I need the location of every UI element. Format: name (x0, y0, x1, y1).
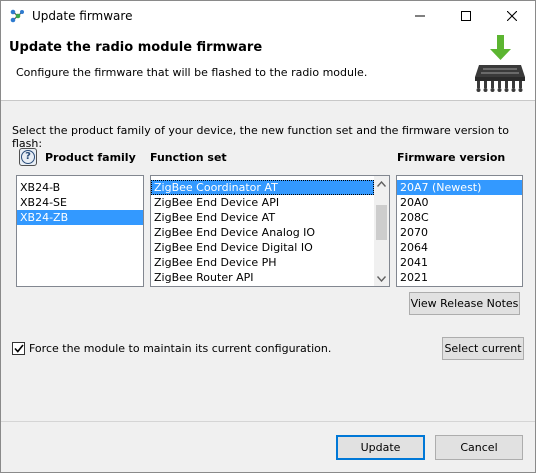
update-button[interactable]: Update (336, 435, 425, 460)
maximize-button[interactable] (443, 1, 489, 31)
product-family-header: Product family (45, 151, 136, 164)
view-release-notes-button[interactable]: View Release Notes (409, 292, 520, 315)
banner-subtitle: Configure the firmware that will be flas… (16, 66, 368, 79)
maximize-icon (461, 11, 471, 21)
list-item[interactable]: XB24-SE (17, 195, 143, 210)
banner-title: Update the radio module firmware (9, 40, 263, 55)
list-item[interactable]: 2064 (397, 240, 522, 255)
list-item[interactable]: ZigBee Router API (151, 270, 374, 285)
force-config-checkbox[interactable] (12, 342, 25, 355)
list-item[interactable]: 2021 (397, 270, 522, 285)
app-network-icon (10, 9, 24, 23)
function-set-header: Function set (150, 151, 227, 164)
function-set-list[interactable]: ZigBee Coordinator AT ZigBee End Device … (150, 175, 390, 287)
scroll-down-arrow[interactable] (374, 271, 389, 286)
close-icon (507, 11, 517, 21)
list-item[interactable]: 2070 (397, 225, 522, 240)
list-item[interactable]: XB24-ZB (17, 210, 143, 225)
list-item[interactable]: ZigBee Coordinator AT (151, 180, 374, 195)
list-item[interactable]: ZigBee End Device Digital IO (151, 240, 374, 255)
list-item[interactable]: ZigBee End Device PH (151, 255, 374, 270)
scroll-thumb[interactable] (376, 205, 387, 240)
chevron-up-icon (377, 180, 386, 187)
list-item[interactable]: 20A0 (397, 195, 522, 210)
firmware-version-header: Firmware version (397, 151, 506, 164)
chevron-down-icon (377, 275, 386, 282)
title-bar: Update firmware (1, 1, 535, 31)
checkmark-icon (13, 344, 24, 353)
list-item[interactable]: 20A7 (Newest) (397, 180, 522, 195)
list-item[interactable]: 2041 (397, 255, 522, 270)
cancel-button[interactable]: Cancel (435, 435, 523, 460)
minimize-icon (415, 15, 425, 17)
list-item[interactable]: ZigBee End Device API (151, 195, 374, 210)
select-current-button[interactable]: Select current (442, 337, 524, 360)
question-mark-icon: ? (21, 150, 35, 164)
window-title: Update firmware (32, 9, 133, 23)
list-item[interactable]: 208C (397, 210, 522, 225)
minimize-button[interactable] (397, 1, 443, 31)
help-button[interactable]: ? (19, 148, 37, 166)
header-banner: Update the radio module firmware Configu… (1, 31, 535, 101)
close-button[interactable] (489, 1, 535, 31)
radio-module-download-icon (475, 35, 525, 92)
force-config-label[interactable]: Force the module to maintain its current… (29, 342, 331, 355)
update-firmware-dialog: Update firmware Update the radio module … (0, 0, 536, 473)
scroll-up-arrow[interactable] (374, 176, 389, 191)
firmware-version-list[interactable]: 20A7 (Newest) 20A0 208C 2070 2064 2041 2… (396, 175, 523, 287)
function-set-scrollbar[interactable] (374, 176, 389, 286)
footer-divider (1, 421, 535, 422)
instruction-text: Select the product family of your device… (12, 124, 510, 150)
product-family-list[interactable]: XB24-B XB24-SE XB24-ZB (16, 175, 144, 287)
list-item[interactable]: XB24-B (17, 180, 143, 195)
list-item[interactable]: ZigBee End Device Analog IO (151, 225, 374, 240)
list-item[interactable]: ZigBee End Device AT (151, 210, 374, 225)
